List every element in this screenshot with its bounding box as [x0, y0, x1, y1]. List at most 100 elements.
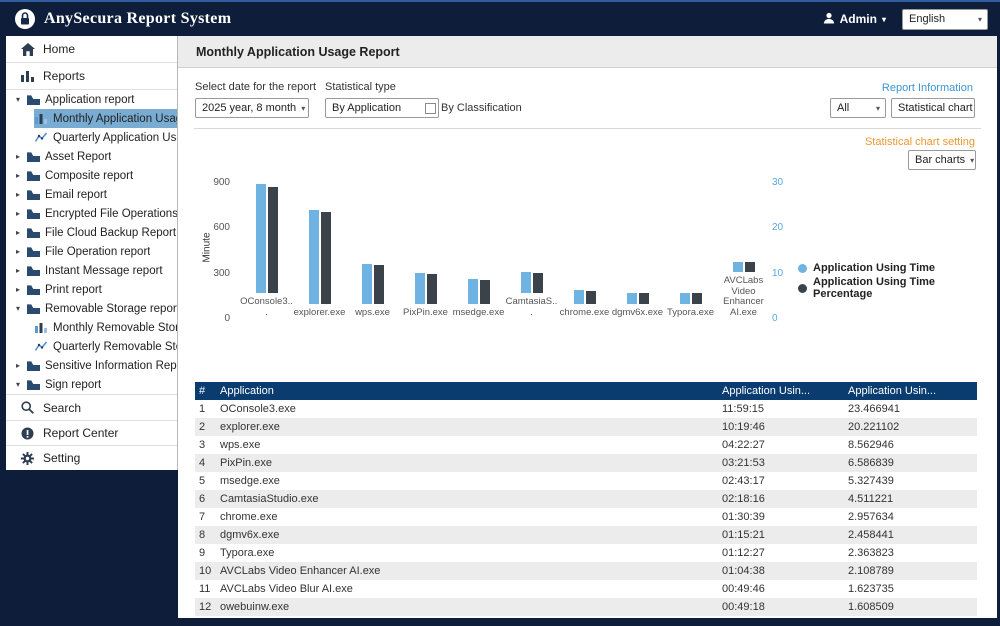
table-row[interactable]: 13	[195, 616, 977, 618]
bar-using-time-percentage[interactable]	[533, 273, 543, 293]
sidebar-item-reports[interactable]: Reports	[6, 63, 177, 90]
table-row[interactable]: 5msedge.exe02:43:175.327439	[195, 472, 977, 490]
sidebar-item-home[interactable]: Home	[6, 36, 177, 63]
sidebar-tree-item[interactable]: ▾ Sign report	[6, 375, 177, 394]
table-row[interactable]: 6CamtasiaStudio.exe02:18:164.511221	[195, 490, 977, 508]
bar-using-time[interactable]	[627, 293, 637, 304]
sidebar-tree-item[interactable]: Monthly Application Usag	[6, 109, 177, 128]
caret-right-icon[interactable]: ▸	[16, 190, 26, 199]
bar-using-time-percentage[interactable]	[480, 280, 490, 304]
caret-right-icon[interactable]: ▸	[16, 209, 26, 218]
sidebar-tree-item[interactable]: ▸Encrypted File Operations R	[6, 204, 177, 223]
column-header[interactable]: #	[195, 385, 218, 397]
bar-using-time-percentage[interactable]	[268, 187, 278, 293]
statistical-type-select[interactable]: By Application	[325, 98, 439, 118]
bar-using-time-percentage[interactable]	[321, 212, 331, 304]
cell: 4.511221	[848, 493, 977, 505]
bar-chart-icon	[34, 113, 48, 124]
bar-using-time-percentage[interactable]	[374, 265, 384, 304]
bar-using-time[interactable]	[415, 273, 425, 304]
table-row[interactable]: 8dgmv6x.exe01:15:212.458441	[195, 526, 977, 544]
folder-icon	[26, 284, 40, 295]
report-information-link[interactable]: Report Information	[882, 82, 973, 94]
by-classification-checkbox[interactable]	[425, 103, 436, 114]
cell: 10	[195, 565, 218, 577]
right-axis-tick: 10	[772, 268, 783, 279]
sidebar-tree-item[interactable]: Monthly Removable Stor	[6, 318, 177, 337]
sidebar-tree-item[interactable]: Quarterly Application Usa	[6, 128, 177, 147]
sidebar-item-report-center[interactable]: Report Center	[6, 421, 177, 446]
bar-using-time-percentage[interactable]	[586, 291, 596, 304]
caret-right-icon[interactable]: ▸	[16, 285, 26, 294]
caret-right-icon[interactable]: ▸	[16, 171, 26, 180]
cell: 11	[195, 583, 218, 595]
caret-down-icon[interactable]: ▾	[16, 380, 26, 389]
table-row[interactable]: 10AVCLabs Video Enhancer AI.exe01:04:382…	[195, 562, 977, 580]
caret-right-icon[interactable]: ▸	[16, 247, 26, 256]
bar-using-time[interactable]	[362, 264, 372, 304]
caret-down-icon[interactable]: ▾	[16, 95, 26, 104]
x-axis-category-label: dgmv6x.exe	[612, 308, 663, 319]
statistical-chart-setting-link[interactable]: Statistical chart setting	[865, 136, 975, 148]
sidebar-item-setting[interactable]: Setting	[6, 446, 177, 470]
sidebar-tree-item[interactable]: ▾Application report	[6, 90, 177, 109]
table-row[interactable]: 11AVCLabs Video Blur AI.exe00:49:461.623…	[195, 580, 977, 598]
bar-using-time-percentage[interactable]	[745, 262, 755, 272]
tree-item-label: Sign report	[45, 379, 101, 391]
table-row[interactable]: 7chrome.exe01:30:392.957634	[195, 508, 977, 526]
table-row[interactable]: 4PixPin.exe03:21:536.586839	[195, 454, 977, 472]
bar-using-time-percentage[interactable]	[692, 293, 702, 304]
bar-using-time[interactable]	[521, 272, 531, 293]
legend-item[interactable]: Application Using Time Percentage	[798, 276, 997, 300]
sidebar-tree-item[interactable]: ▸Sensitive Information Report	[6, 356, 177, 375]
sidebar-tree-item[interactable]: ▸File Cloud Backup Report	[6, 223, 177, 242]
date-select[interactable]: 2025 year, 8 month	[195, 98, 309, 118]
user-menu[interactable]: Admin ▾	[823, 12, 886, 27]
sidebar-tree-item[interactable]: ▸Composite report	[6, 166, 177, 185]
caret-right-icon[interactable]: ▸	[16, 361, 26, 370]
table-row[interactable]: 3wps.exe04:22:278.562946	[195, 436, 977, 454]
table-row[interactable]: 12owebuinw.exe00:49:181.608509	[195, 598, 977, 616]
column-header[interactable]: Application Usin...	[848, 385, 977, 397]
sidebar-tree-item[interactable]: ▸Print report	[6, 280, 177, 299]
caret-right-icon[interactable]: ▸	[16, 152, 26, 161]
sidebar-tree-item[interactable]: ▸File Operation report	[6, 242, 177, 261]
caret-down-icon[interactable]: ▾	[16, 304, 26, 313]
table-row[interactable]: 2explorer.exe10:19:4620.221102	[195, 418, 977, 436]
language-select[interactable]: English	[902, 9, 988, 30]
view-select[interactable]: Statistical chart	[891, 98, 975, 118]
chart-type-select[interactable]: Bar charts	[908, 150, 976, 170]
cell: 01:12:27	[722, 547, 848, 559]
scope-select[interactable]: All	[830, 98, 886, 118]
page-title: Monthly Application Usage Report	[196, 45, 400, 59]
table-row[interactable]: 9Typora.exe01:12:272.363823	[195, 544, 977, 562]
column-header[interactable]: Application	[218, 385, 722, 397]
bar-using-time[interactable]	[733, 262, 743, 272]
cell: 23.466941	[848, 403, 977, 415]
cell: 01:15:21	[722, 529, 848, 541]
sidebar-tree-item[interactable]: ▸Email report	[6, 185, 177, 204]
bar-using-time[interactable]	[309, 210, 319, 304]
bar-group: msedge.exe	[452, 182, 505, 318]
sidebar-tree-item[interactable]: ▾Removable Storage report	[6, 299, 177, 318]
user-icon	[823, 12, 835, 27]
caret-right-icon[interactable]: ▸	[16, 228, 26, 237]
x-axis-category-label: Typora.exe	[667, 308, 714, 319]
sidebar-tree-item[interactable]: Quarterly Removable Sto	[6, 337, 177, 356]
sidebar-tree-item[interactable]: ▸Instant Message report	[6, 261, 177, 280]
report-tree: ▾Application reportMonthly Application U…	[6, 90, 177, 394]
type-select-value: By Application	[332, 102, 401, 114]
legend-item[interactable]: Application Using Time	[798, 262, 997, 274]
cell: 2	[195, 421, 218, 433]
sidebar-tree-item[interactable]: ▸Asset Report	[6, 147, 177, 166]
bar-using-time[interactable]	[680, 293, 690, 304]
bar-using-time[interactable]	[256, 184, 266, 293]
table-row[interactable]: 1OConsole3.exe11:59:1523.466941	[195, 400, 977, 418]
caret-right-icon[interactable]: ▸	[16, 266, 26, 275]
sidebar-item-search[interactable]: Search	[6, 394, 177, 421]
column-header[interactable]: Application Usin...	[722, 385, 848, 397]
bar-using-time[interactable]	[468, 279, 478, 304]
bar-using-time[interactable]	[574, 290, 584, 304]
bar-using-time-percentage[interactable]	[427, 274, 437, 304]
bar-using-time-percentage[interactable]	[639, 293, 649, 304]
